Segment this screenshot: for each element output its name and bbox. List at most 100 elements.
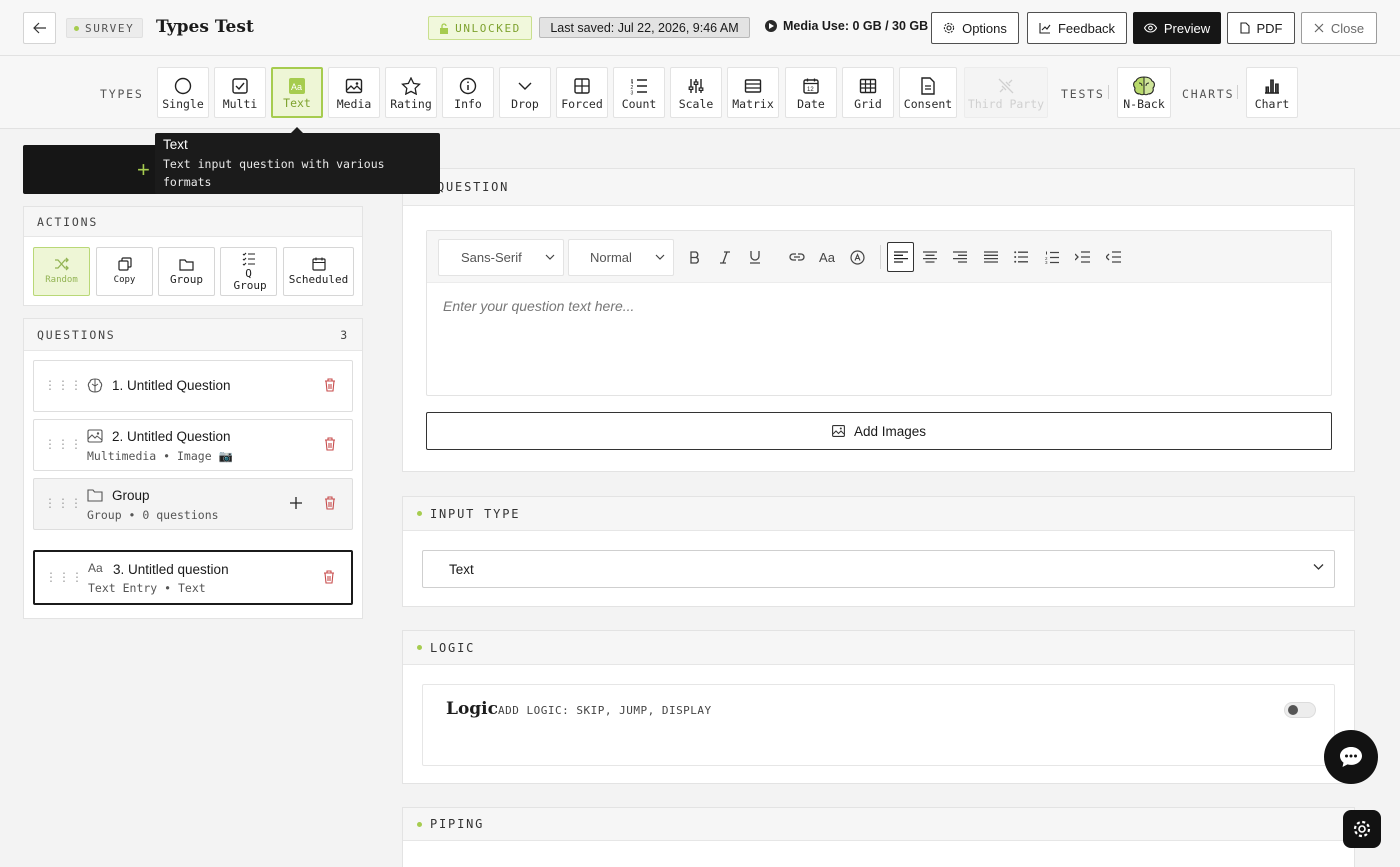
group-title: Group [112, 488, 150, 503]
accessibility-settings-button[interactable] [1343, 810, 1381, 848]
type-date-button[interactable]: 12 Date [785, 67, 837, 118]
align-right-button[interactable] [948, 245, 972, 269]
trash-icon[interactable] [324, 378, 336, 392]
numbered-list-button[interactable]: 23 [1040, 245, 1064, 269]
action-random-button[interactable]: Random [33, 247, 90, 296]
question-item-selected[interactable]: ⋮⋮⋮ Aa 3. Untitled question Text Entry •… [33, 550, 353, 605]
type-scale-button[interactable]: Scale [670, 67, 722, 118]
drag-handle-icon[interactable]: ⋮⋮⋮ [45, 570, 84, 584]
type-grid-button[interactable]: Grid [842, 67, 894, 118]
type-single-button[interactable]: Single [157, 67, 209, 118]
last-saved-status: Last saved: Jul 22, 2026, 9:46 AM [539, 17, 750, 38]
type-drop-button[interactable]: Drop [499, 67, 551, 118]
test-nback-button[interactable]: N-Back [1117, 67, 1171, 118]
type-multi-label: Multi [222, 97, 258, 111]
chart-button[interactable]: Chart [1246, 67, 1298, 118]
align-left-button[interactable] [887, 242, 914, 272]
outdent-button[interactable] [1101, 245, 1125, 269]
plus-icon[interactable] [290, 497, 302, 509]
brain-icon [87, 378, 103, 393]
action-copy-button[interactable]: Copy [96, 247, 153, 296]
type-text-button[interactable]: Aa Text [271, 67, 323, 118]
trash-icon[interactable] [323, 570, 335, 584]
drag-handle-icon[interactable]: ⋮⋮⋮ [44, 496, 83, 510]
pdf-label: PDF [1256, 20, 1283, 36]
toolbar-divider [1108, 85, 1109, 99]
media-use-label: Media Use: 0 GB / 30 GB [783, 19, 929, 33]
type-single-label: Single [162, 97, 204, 111]
chevron-down-icon [1313, 564, 1324, 570]
type-multi-button[interactable]: Multi [214, 67, 266, 118]
align-justify-button[interactable] [979, 245, 1003, 269]
close-label: Close [1330, 20, 1365, 36]
bullet-list-button[interactable] [1009, 245, 1033, 269]
font-size-select[interactable]: Normal [568, 239, 674, 276]
link-button[interactable] [785, 245, 809, 269]
back-button[interactable] [23, 12, 56, 44]
input-type-select[interactable]: Text [422, 550, 1335, 588]
type-info-button[interactable]: Info [442, 67, 494, 118]
preview-button[interactable]: Preview [1133, 12, 1221, 44]
eye-icon [1143, 23, 1157, 33]
font-family-select[interactable]: Sans-Serif [438, 239, 564, 276]
type-rating-button[interactable]: Rating [385, 67, 437, 118]
action-group-label: Group [169, 272, 204, 286]
questions-count-badge: 3 [340, 327, 349, 342]
unlocked-badge[interactable]: UNLOCKED [428, 16, 532, 40]
action-scheduled-button[interactable]: Scheduled [283, 247, 354, 296]
align-justify-icon [984, 251, 998, 263]
indent-button[interactable] [1070, 245, 1094, 269]
close-button[interactable]: Close [1301, 12, 1377, 44]
add-images-label: Add Images [853, 423, 927, 439]
question-subtitle: Multimedia • Image 📷 [87, 449, 233, 463]
page-title: Types Test [156, 17, 254, 37]
text-aa-icon: Aa [88, 561, 103, 575]
align-center-button[interactable] [918, 245, 942, 269]
feedback-label: Feedback [1057, 20, 1116, 36]
options-button[interactable]: Options [931, 12, 1019, 44]
svg-text:3: 3 [1045, 260, 1048, 264]
add-images-button[interactable]: Add Images [426, 412, 1332, 450]
type-consent-button[interactable]: Consent [899, 67, 957, 118]
type-matrix-button[interactable]: Matrix [727, 67, 779, 118]
toolbar-divider [1237, 85, 1238, 99]
italic-button[interactable] [713, 245, 737, 269]
type-third-party-label: Third Party [967, 97, 1045, 111]
rich-text-editor[interactable]: Sans-Serif Normal Aa 23 Enter your quest… [426, 230, 1332, 396]
type-drop-label: Drop [511, 97, 539, 111]
type-count-button[interactable]: 23 Count [613, 67, 665, 118]
editor-toolbar: Sans-Serif Normal Aa 23 [427, 231, 1331, 283]
chevron-down-icon [545, 254, 555, 260]
logic-toggle[interactable] [1284, 702, 1316, 718]
preview-label: Preview [1163, 20, 1211, 36]
question-item[interactable]: ⋮⋮⋮ 1. Untitled Question [33, 360, 353, 412]
table-icon [744, 79, 762, 93]
folder-icon [179, 258, 194, 271]
underline-button[interactable] [743, 245, 767, 269]
drag-handle-icon[interactable]: ⋮⋮⋮ [44, 437, 83, 451]
text-color-button[interactable] [845, 245, 869, 269]
action-group-button[interactable]: Group [158, 247, 215, 296]
question-text-placeholder[interactable]: Enter your question text here... [443, 298, 634, 314]
trash-icon[interactable] [324, 437, 336, 451]
action-random-label: Random [45, 275, 78, 285]
type-media-button[interactable]: Media [328, 67, 380, 118]
pdf-button[interactable]: PDF [1227, 12, 1295, 44]
drag-handle-icon[interactable]: ⋮⋮⋮ [44, 378, 83, 392]
text-size-button[interactable]: Aa [815, 245, 839, 269]
group-subtitle: Group • 0 questions [87, 508, 219, 522]
trash-icon[interactable] [324, 496, 336, 510]
list-check-icon [242, 252, 255, 266]
question-subtitle: Text Entry • Text [88, 581, 206, 595]
logic-card-title: LOGIC [430, 640, 476, 655]
type-forced-button[interactable]: Forced [556, 67, 608, 118]
chat-button[interactable] [1324, 730, 1378, 784]
question-group-item[interactable]: ⋮⋮⋮ Group Group • 0 questions [33, 478, 353, 530]
bold-button[interactable] [683, 245, 707, 269]
question-item[interactable]: ⋮⋮⋮ 2. Untitled Question Multimedia • Im… [33, 419, 353, 471]
type-date-label: Date [797, 97, 825, 111]
action-q-group-button[interactable]: Q Group [220, 247, 277, 296]
type-third-party-button[interactable]: Third Party [964, 67, 1048, 118]
gear-icon [1353, 820, 1371, 838]
feedback-button[interactable]: Feedback [1027, 12, 1127, 44]
